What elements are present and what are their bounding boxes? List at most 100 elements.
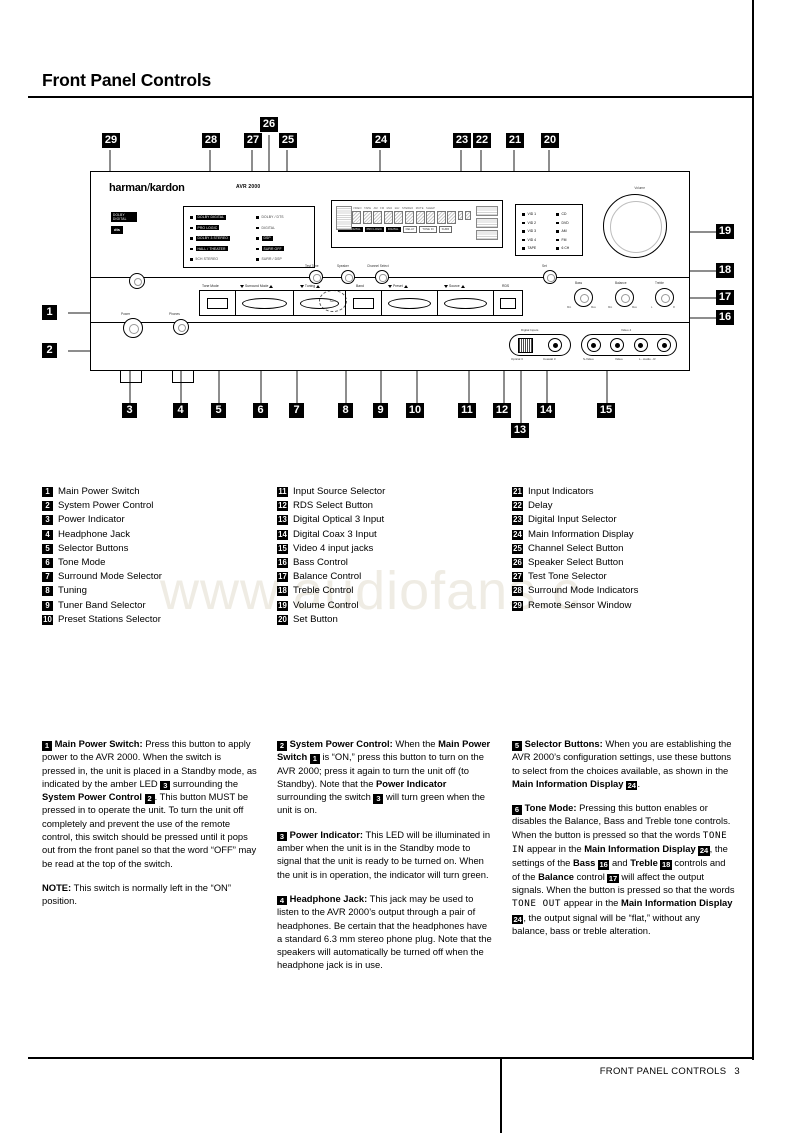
main-power-switch[interactable] xyxy=(129,273,145,289)
callout-10: 10 xyxy=(406,403,424,418)
indicator-dot-icon xyxy=(256,258,259,261)
s-video-jack[interactable] xyxy=(586,338,601,352)
audio-left-jack[interactable] xyxy=(633,338,648,352)
band-key[interactable] xyxy=(353,297,374,309)
indicator-dot-icon xyxy=(556,247,559,250)
legend-item: 29 Remote Sensor Window xyxy=(512,599,632,611)
headphone-jack[interactable] xyxy=(173,319,189,335)
surround-indicator-col-left: DOLBY DIGITAL PRO LOGIC DOLBY 3 STEREO H… xyxy=(190,212,231,265)
treble-control[interactable] xyxy=(655,288,674,307)
display-digit xyxy=(373,211,383,224)
up-arrow-icon xyxy=(316,284,321,288)
legend-item: 24 Main Information Display xyxy=(512,528,634,540)
bass-label: Bass xyxy=(575,281,583,285)
receiver-chassis: harman/kardon AVR 2000 DOLBY DIGITAL dts… xyxy=(90,171,690,371)
legend-item: 10 Preset Stations Selector xyxy=(42,613,161,625)
tuning-key[interactable] xyxy=(299,297,340,309)
page-border-bottom xyxy=(28,1057,753,1059)
speaker-select-button[interactable] xyxy=(341,270,355,284)
surround-mode-selector[interactable]: Surround Mode xyxy=(235,284,293,316)
indicator-dot-icon xyxy=(190,237,193,240)
legend-item: 6 Tone Mode xyxy=(42,556,262,570)
display-digit xyxy=(457,211,464,220)
input-indicator: VID 2 xyxy=(522,219,536,228)
display-digit xyxy=(447,211,457,224)
input-indicator: AM xyxy=(556,227,569,236)
callout-26: 26 xyxy=(260,117,278,132)
preset-key[interactable] xyxy=(388,297,431,309)
digital-coax-3-input[interactable] xyxy=(548,338,563,352)
indicator-dot-icon xyxy=(522,230,525,233)
display-digit xyxy=(404,211,414,224)
tone-mode-button[interactable]: Tone Mode xyxy=(199,284,235,316)
legend-item: 7 Surround Mode Selector xyxy=(42,570,262,584)
format-logos: DOLBY DIGITAL dts xyxy=(111,212,137,234)
display-digit xyxy=(383,211,393,224)
description-item-4: 4 Headphone Jack: This jack may be used … xyxy=(277,892,492,971)
button-strip: Tone Mode Surround Mode Tuning Band Pres… xyxy=(199,284,559,316)
digital-inputs-group xyxy=(509,334,571,356)
source-key[interactable] xyxy=(444,297,487,309)
audio-right-jack[interactable] xyxy=(657,338,672,352)
indicator-dot-icon xyxy=(256,237,259,240)
page-footer: FRONT PANEL CONTROLS 3 xyxy=(560,1066,740,1077)
channel-select-button[interactable] xyxy=(375,270,389,284)
video-jack[interactable] xyxy=(610,338,625,352)
display-seg-block xyxy=(476,206,498,216)
description-column-2: 2 System Power Control: When the Main Po… xyxy=(277,737,493,972)
callout-6: 6 xyxy=(253,403,268,418)
legend-item: 19 Volume Control xyxy=(277,599,359,611)
set-button[interactable] xyxy=(543,270,557,284)
display-status-row: DOLBY DIGITAL PRO LOGIC DIGITAL DELAY TO… xyxy=(335,226,499,233)
display-digit xyxy=(436,211,446,224)
down-arrow-icon xyxy=(300,284,304,288)
callout-29: 29 xyxy=(102,133,120,148)
display-digit-row xyxy=(335,211,499,224)
digital-optical-3-input[interactable] xyxy=(517,337,533,353)
callout-12: 12 xyxy=(493,403,511,418)
up-arrow-icon xyxy=(269,284,274,288)
callout-4: 4 xyxy=(173,403,188,418)
callout-11: 11 xyxy=(458,403,476,418)
surround-mode-key[interactable] xyxy=(242,297,287,309)
callout-13: 13 xyxy=(511,423,529,438)
indicator-dot-icon xyxy=(522,221,525,224)
callout-24: 24 xyxy=(372,133,390,148)
test-tone-button[interactable] xyxy=(309,270,323,284)
digital-inputs-label: Digital Inputs xyxy=(521,328,539,332)
speaker-select-label: Speaker xyxy=(337,264,349,268)
chassis-foot-left xyxy=(120,371,142,383)
tuner-band-selector[interactable]: Band xyxy=(345,284,381,316)
input-source-selector[interactable]: Source xyxy=(437,284,493,316)
down-arrow-icon xyxy=(388,284,392,288)
callout-15: 15 xyxy=(597,403,615,418)
volume-control-knob[interactable] xyxy=(603,194,667,258)
title-underline xyxy=(28,96,753,98)
input-indicator: TAPE xyxy=(522,244,536,253)
rds-key[interactable] xyxy=(499,297,517,309)
surround-indicator: SURR / DSP xyxy=(256,254,284,265)
balance-label: Balance xyxy=(615,281,627,285)
bass-control[interactable] xyxy=(574,288,593,307)
display-digit xyxy=(465,211,471,220)
rds-select-button[interactable]: RDS xyxy=(493,284,523,316)
footer-divider xyxy=(500,1057,502,1133)
legend-item: 18 Treble Control xyxy=(277,585,354,597)
dts-logo: dts xyxy=(111,226,123,234)
callout-19: 19 xyxy=(716,224,734,239)
display-digit xyxy=(426,211,436,224)
legend-item: 15 Video 4 input jacks xyxy=(277,542,374,554)
surround-mode-indicators: DOLBY DIGITAL PRO LOGIC DOLBY 3 STEREO H… xyxy=(183,206,315,268)
callout-16: 16 xyxy=(716,310,734,325)
system-power-control[interactable] xyxy=(123,318,143,338)
display-digit xyxy=(394,211,404,224)
preset-stations-selector[interactable]: Preset xyxy=(381,284,437,316)
tuning-selector[interactable]: Tuning xyxy=(293,284,345,316)
surround-indicator: HALL / THEATER xyxy=(190,244,230,255)
page-title: Front Panel Controls xyxy=(42,70,212,90)
balance-control[interactable] xyxy=(615,288,634,307)
display-digit xyxy=(415,211,425,224)
tone-mode-key[interactable] xyxy=(207,297,228,309)
indicator-dot-icon xyxy=(556,230,559,233)
indicator-dot-icon xyxy=(556,238,559,241)
